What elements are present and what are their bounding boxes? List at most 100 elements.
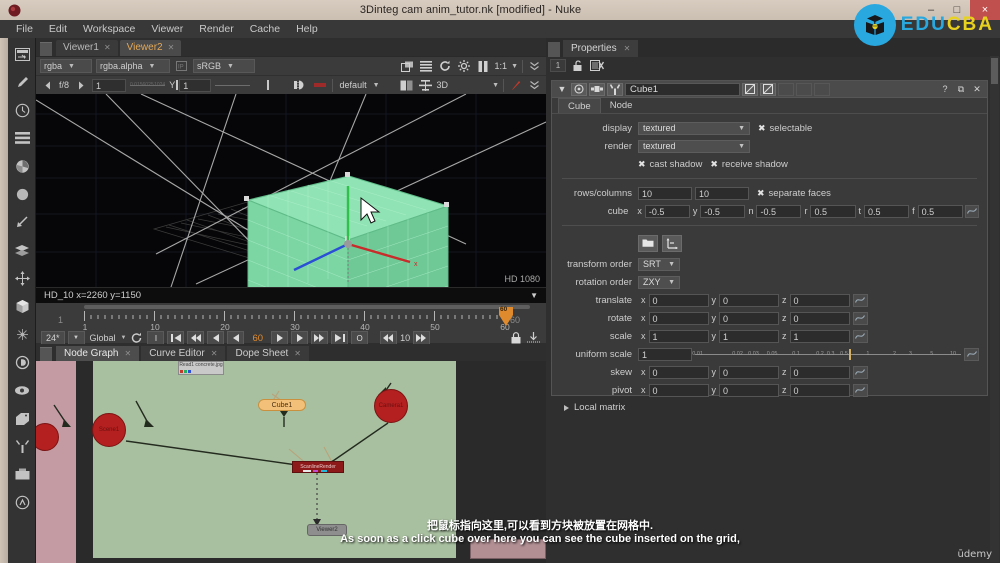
menu-file[interactable]: File: [8, 20, 41, 38]
step-forward-icon[interactable]: [291, 331, 309, 345]
rotation-order-select[interactable]: ZXY ▼: [638, 275, 680, 289]
fps-dropdown-icon[interactable]: ▼: [67, 331, 85, 345]
scanline-render-node[interactable]: ScanlineRender: [292, 461, 344, 473]
pivot-curve-icon[interactable]: [852, 383, 868, 397]
chevron-down-icon[interactable]: ▼: [530, 291, 538, 300]
mask-icon[interactable]: [589, 82, 605, 96]
slider-knob[interactable]: [267, 80, 270, 90]
toolsets-icon[interactable]: [8, 432, 36, 460]
lock-icon[interactable]: [508, 331, 523, 345]
panel-grip[interactable]: [40, 347, 52, 361]
skew-curve-icon[interactable]: [852, 365, 868, 379]
close-icon[interactable]: ✕: [211, 346, 218, 361]
proxy-label[interactable]: f/8: [59, 80, 69, 90]
cube-x-input[interactable]: -0.5: [644, 204, 690, 218]
layer-select[interactable]: rgba.alpha ▼: [96, 59, 170, 73]
cube-t-input[interactable]: 0.5: [864, 204, 910, 218]
skew-z-input[interactable]: 0: [789, 365, 850, 379]
timeline-scrollbar[interactable]: [84, 305, 530, 309]
set-in-icon[interactable]: I: [147, 331, 165, 345]
max-panels-field[interactable]: 1: [550, 59, 566, 72]
step-back-icon[interactable]: [207, 331, 225, 345]
color-icon[interactable]: [8, 152, 36, 180]
tab-node-graph[interactable]: Node Graph ✕: [56, 346, 140, 361]
transform-order-select[interactable]: SRT ▼: [638, 257, 680, 271]
rotate-x-input[interactable]: 0: [648, 311, 709, 325]
scrollbar-thumb[interactable]: [991, 58, 998, 84]
colorspace-select[interactable]: sRGB ▼: [193, 59, 255, 73]
columns-input[interactable]: 10: [695, 186, 749, 200]
deep-icon[interactable]: [8, 348, 36, 376]
merge-icon[interactable]: [8, 236, 36, 264]
panel-grip[interactable]: [548, 42, 560, 57]
receive-shadow-checkbox[interactable]: ✖ receive shadow: [710, 159, 788, 170]
menu-help[interactable]: Help: [288, 20, 326, 38]
close-icon[interactable]: ✕: [104, 40, 111, 56]
ip-toggle-icon[interactable]: IP: [174, 59, 189, 73]
extra1-icon[interactable]: [777, 82, 794, 96]
expand-chevrons-icon[interactable]: [527, 78, 542, 92]
view-mode-label[interactable]: 3D: [437, 80, 449, 90]
proxy-prev-icon[interactable]: [40, 78, 55, 92]
zoom-ratio-label[interactable]: 1:1: [495, 61, 508, 71]
last-frame-icon[interactable]: [331, 331, 349, 345]
cube-node[interactable]: Cube1: [258, 399, 306, 411]
tab-dope-sheet[interactable]: Dope Sheet ✕: [227, 346, 309, 361]
rotate-curve-icon[interactable]: [852, 311, 868, 325]
slider-knob[interactable]: [176, 80, 179, 90]
expand-chevrons-icon[interactable]: [527, 59, 542, 73]
layout-icon[interactable]: [418, 78, 433, 92]
properties-scrollbar[interactable]: [990, 56, 999, 562]
plugin-icon[interactable]: [8, 488, 36, 516]
collapse-icon[interactable]: ▼: [555, 84, 569, 94]
scale-z-input[interactable]: 1: [789, 329, 850, 343]
float-icon[interactable]: ⧉: [954, 84, 968, 95]
translate-curve-icon[interactable]: [852, 293, 868, 307]
playhead[interactable]: 60: [498, 306, 513, 326]
close-icon[interactable]: ✕: [970, 84, 984, 95]
separate-faces-checkbox[interactable]: ✖ separate faces: [757, 188, 831, 199]
particles-icon[interactable]: [8, 320, 36, 348]
uniform-scale-input[interactable]: 1: [638, 347, 692, 361]
preview-icon[interactable]: [759, 82, 776, 96]
close-icon[interactable]: ✕: [168, 40, 175, 56]
translate-x-input[interactable]: 0: [648, 293, 709, 307]
cube-curve-icon[interactable]: [964, 204, 979, 218]
viewer-node[interactable]: Viewer2: [307, 524, 347, 536]
tab-viewer2[interactable]: Viewer2 ✕: [119, 40, 182, 56]
3d-cube-icon[interactable]: [8, 292, 36, 320]
gain-slider[interactable]: 0.0156025 1024: [130, 79, 179, 91]
color-icon[interactable]: [571, 82, 587, 96]
clear-all-icon[interactable]: [589, 59, 604, 73]
first-frame-icon[interactable]: [167, 331, 185, 345]
uniform-scale-curve-icon[interactable]: [964, 347, 979, 361]
frame-increment-field[interactable]: 10: [400, 333, 410, 343]
loop-icon[interactable]: O: [351, 331, 369, 345]
chevron-down-icon[interactable]: ▼: [492, 82, 499, 89]
tab-cube[interactable]: Cube: [558, 98, 601, 113]
close-icon[interactable]: ✕: [624, 40, 631, 57]
step-forward-increment-icon[interactable]: [413, 331, 431, 345]
tab-node[interactable]: Node: [601, 98, 642, 113]
play-backward-icon[interactable]: [227, 331, 245, 345]
menu-workspace[interactable]: Workspace: [75, 20, 143, 38]
image-icon[interactable]: [8, 40, 36, 68]
menu-render[interactable]: Render: [191, 20, 241, 38]
cube-y-input[interactable]: -0.5: [700, 204, 746, 218]
roi-icon[interactable]: [400, 59, 415, 73]
channel-icon[interactable]: [8, 124, 36, 152]
other-icon[interactable]: [8, 460, 36, 488]
cube-f-input[interactable]: 0.5: [917, 204, 963, 218]
node-name-field[interactable]: Cube1: [625, 82, 740, 96]
timeline-scope-label[interactable]: Global: [88, 333, 118, 343]
transform-icon[interactable]: [8, 264, 36, 292]
cube-n-input[interactable]: -0.5: [756, 204, 802, 218]
read-node[interactable]: Read1 concrete.jpg: [178, 361, 224, 375]
ip-icon[interactable]: [294, 78, 309, 92]
geometry-node-1[interactable]: Scene1: [92, 413, 126, 447]
unlock-icon[interactable]: [570, 59, 585, 73]
pause-icon[interactable]: [476, 59, 491, 73]
cube-r-input[interactable]: 0.5: [810, 204, 856, 218]
node-graph-canvas[interactable]: Read1 concrete.jpg Scene1 Cube1 Camera1: [36, 361, 546, 563]
render-select[interactable]: textured ▼: [638, 139, 750, 153]
